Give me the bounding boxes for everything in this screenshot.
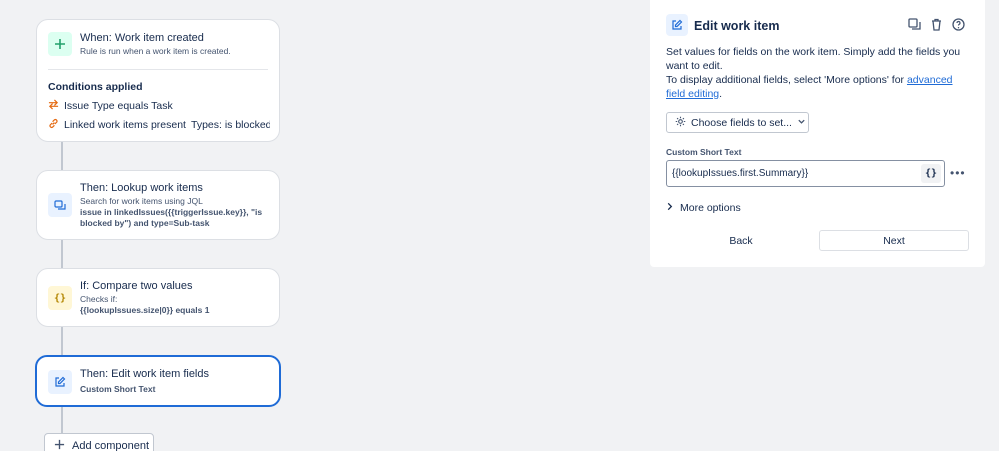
swap-arrows-icon [48,99,59,113]
gear-icon [675,116,686,130]
flow-connector [61,406,63,434]
chevron-right-icon [666,202,674,214]
edit-card[interactable]: Then: Edit work item fields Custom Short… [35,355,281,407]
condition-text: Issue Type equals Task [64,100,173,112]
compare-title: If: Compare two values [80,280,193,292]
add-component-button[interactable]: Add component [44,433,154,451]
panel-description: Set values for fields on the work item. … [666,45,966,101]
chevron-down-icon [797,117,806,129]
compare-card[interactable]: {} If: Compare two values Checks if: {{l… [36,268,280,327]
choose-fields-label: Choose fields to set... [691,116,792,129]
panel-actions [908,18,965,31]
condition-bold-text: Linked work items present [64,119,186,131]
edit-icon [48,370,72,394]
condition-text: Types: is blocked by [190,119,270,131]
description-line-2: To display additional fields, select 'Mo… [666,74,907,86]
lookup-card[interactable]: Then: Lookup work items Search for work … [36,170,280,240]
lookup-icon [48,193,72,217]
compare-subtitle: Checks if: [80,294,118,304]
edit-work-item-panel: Edit work item Set values for fields on … [650,0,985,267]
trigger-title: When: Work item created [80,32,204,44]
more-options-toggle[interactable]: More options [666,202,741,214]
trigger-card[interactable]: When: Work item created Rule is run when… [36,19,280,142]
add-component-label: Add component [72,440,150,451]
description-suffix: . [719,88,723,100]
more-actions-icon[interactable]: ••• [950,166,966,180]
condition-row[interactable]: Linked work items present Types: is bloc… [48,118,270,132]
divider [48,69,268,70]
flow-connector [61,142,63,171]
flow-connector [61,240,63,269]
help-icon[interactable] [952,18,965,31]
lookup-subtitle: Search for work items using JQL [80,196,203,206]
smart-value-button[interactable]: {} [921,164,941,183]
next-button[interactable]: Next [819,230,969,251]
compare-expression: {{lookupIssues.size|0}} equals 1 [80,305,210,315]
plus-icon [48,32,72,56]
lookup-title: Then: Lookup work items [80,182,203,194]
edit-subtitle: Custom Short Text [80,384,156,394]
field-value: {{lookupIssues.first.Summary}} [672,168,809,179]
back-button[interactable]: Back [666,230,816,251]
panel-title: Edit work item [694,19,780,33]
condition-row[interactable]: Issue Type equals Task [48,99,270,113]
link-icon [48,118,59,132]
choose-fields-dropdown[interactable]: Choose fields to set... [666,112,809,133]
edit-title: Then: Edit work item fields [80,368,209,380]
delete-icon[interactable] [930,18,943,31]
edit-icon [666,14,688,36]
custom-short-text-input[interactable]: {{lookupIssues.first.Summary}} {} [666,160,945,187]
conditions-heading: Conditions applied [48,81,143,93]
trigger-subtitle: Rule is run when a work item is created. [80,46,231,56]
field-label: Custom Short Text [666,147,742,157]
flow-connector [61,327,63,356]
more-options-label: More options [680,202,741,214]
description-line-1: Set values for fields on the work item. … [666,46,961,72]
lookup-query: issue in linkedIssues({{triggerIssue.key… [80,207,263,228]
braces-icon: {} [48,286,72,310]
plus-icon [54,439,65,451]
copy-icon[interactable] [908,18,921,31]
